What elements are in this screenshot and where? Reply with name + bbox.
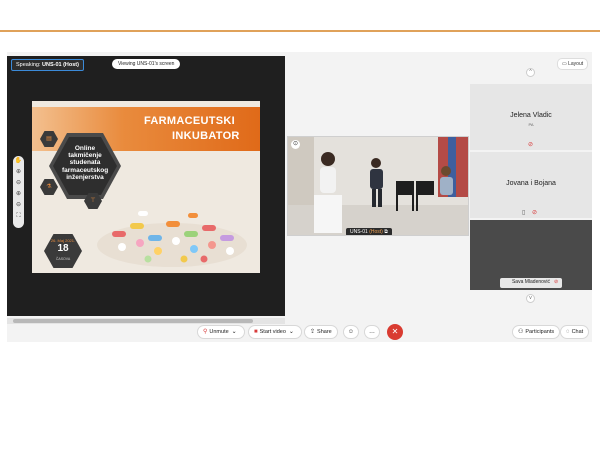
slide-title-line2: INKUBATOR bbox=[172, 130, 240, 142]
speaking-name: UNS-01 (Host) bbox=[42, 62, 79, 68]
shared-screen-panel: Speaking: UNS-01 (Host) Viewing UNS-01's… bbox=[7, 56, 285, 324]
participant-tile[interactable]: Jovana i Bojana ▯ ⊘ bbox=[470, 152, 592, 218]
more-icon: … bbox=[369, 329, 375, 335]
participant-name: Jelena Vladic bbox=[510, 112, 552, 119]
layout-button[interactable]: ▭ Layout bbox=[557, 58, 589, 70]
smiley-icon: ☺ bbox=[347, 329, 355, 335]
chevron-down-icon[interactable]: v bbox=[526, 294, 535, 303]
slide-hexagon-text: Online takmičenje studenata farmaceutsko… bbox=[62, 145, 109, 181]
end-call-button[interactable]: ✕ bbox=[387, 324, 403, 340]
event-hour-label: ČASOVA bbox=[55, 257, 71, 261]
flask-icon: ⚗ bbox=[40, 179, 58, 195]
chat-button[interactable]: ◌ Chat bbox=[560, 325, 590, 339]
video-off-icon: ■ bbox=[254, 329, 258, 335]
participant-name: Sava Mladenović bbox=[511, 279, 551, 285]
camera-off-icon: ▯ bbox=[522, 210, 526, 216]
chevron-down-icon[interactable]: ⌄ bbox=[232, 329, 237, 335]
pills-illustration bbox=[97, 211, 247, 267]
share-icon: ⇪ bbox=[310, 329, 316, 335]
close-icon: ✕ bbox=[391, 327, 399, 336]
muted-mic-icon: ⊘ bbox=[532, 210, 538, 216]
share-button[interactable]: ⇪ Share bbox=[304, 325, 338, 339]
presentation-slide: FARMACEUTSKI INKUBATOR ▤ Online takmičen… bbox=[32, 101, 260, 273]
host-role: (Host) bbox=[369, 229, 383, 235]
unmute-label: Unmute bbox=[209, 329, 229, 335]
hand-icon[interactable]: ✋ bbox=[13, 156, 24, 167]
slide-title-line1: FARMACEUTSKI bbox=[144, 115, 235, 127]
reactions-button[interactable]: ☺ bbox=[343, 325, 359, 339]
participant-tile[interactable]: Sava Mladenović ⊘ bbox=[470, 220, 592, 290]
participants-label: Participants bbox=[525, 329, 555, 335]
pin-icon[interactable]: ⊙ bbox=[291, 140, 300, 149]
participants-button[interactable]: ⚇ Participants bbox=[512, 325, 561, 339]
chat-icon: ◌ bbox=[566, 329, 570, 335]
zoom-in-icon[interactable]: ⊕ bbox=[13, 167, 24, 178]
more-options-button[interactable]: … bbox=[364, 325, 380, 339]
speaking-indicator: Speaking: UNS-01 (Host) bbox=[11, 59, 84, 71]
meeting-controls-bar: ⚲ Unmute ⌄ ■ Start video ⌄ ⇪ Share ☺ … ✕ ⚇ Par… bbox=[7, 322, 592, 342]
host-video-tile[interactable]: ⊙ UNS-01 (Host) ⧉ bbox=[287, 136, 469, 236]
start-video-label: Start video bbox=[259, 329, 286, 335]
person-icon: ⚇ bbox=[518, 329, 524, 335]
event-hour: 18 bbox=[57, 243, 69, 254]
chevron-up-icon[interactable]: ^ bbox=[526, 68, 535, 77]
host-name: UNS-01 bbox=[350, 229, 368, 235]
muted-mic-icon: ⊘ bbox=[528, 142, 534, 148]
chevron-down-icon[interactable]: ⌄ bbox=[289, 329, 294, 335]
speaking-label: Speaking: bbox=[16, 62, 41, 68]
host-video-label: UNS-01 (Host) ⧉ bbox=[346, 228, 392, 235]
start-video-button[interactable]: ■ Start video ⌄ bbox=[248, 325, 302, 339]
participant-tile[interactable]: Jelena Vladic PA ⊘ bbox=[470, 84, 592, 150]
zoom-out-icon[interactable]: ⊖ bbox=[13, 178, 24, 189]
fit-icon[interactable]: ⛶ bbox=[13, 211, 24, 222]
zoom-out-icon[interactable]: ⊖ bbox=[13, 200, 24, 211]
screen-share-icon: ⧉ bbox=[384, 229, 388, 235]
mic-muted-icon: ⚲ bbox=[203, 329, 208, 335]
chat-label: Chat bbox=[571, 329, 584, 335]
top-accent-rule bbox=[0, 30, 600, 32]
share-label: Share bbox=[317, 329, 332, 335]
muted-mic-icon: ⊘ bbox=[554, 279, 559, 285]
meeting-window: Speaking: UNS-01 (Host) Viewing UNS-01's… bbox=[7, 52, 592, 342]
zoom-in-icon[interactable]: ⊕ bbox=[13, 189, 24, 200]
host-video-feed bbox=[288, 137, 468, 235]
unmute-button[interactable]: ⚲ Unmute ⌄ bbox=[197, 325, 245, 339]
participant-subtitle: PA bbox=[528, 122, 534, 127]
participant-name: Jovana i Bojana bbox=[506, 180, 556, 187]
viewing-screen-badge[interactable]: Viewing UNS-01's screen bbox=[112, 59, 181, 69]
zoom-toolbar: ✋ ⊕ ⊖ ⊕ ⊖ ⛶ bbox=[13, 156, 24, 228]
layout-label: Layout bbox=[568, 61, 584, 67]
